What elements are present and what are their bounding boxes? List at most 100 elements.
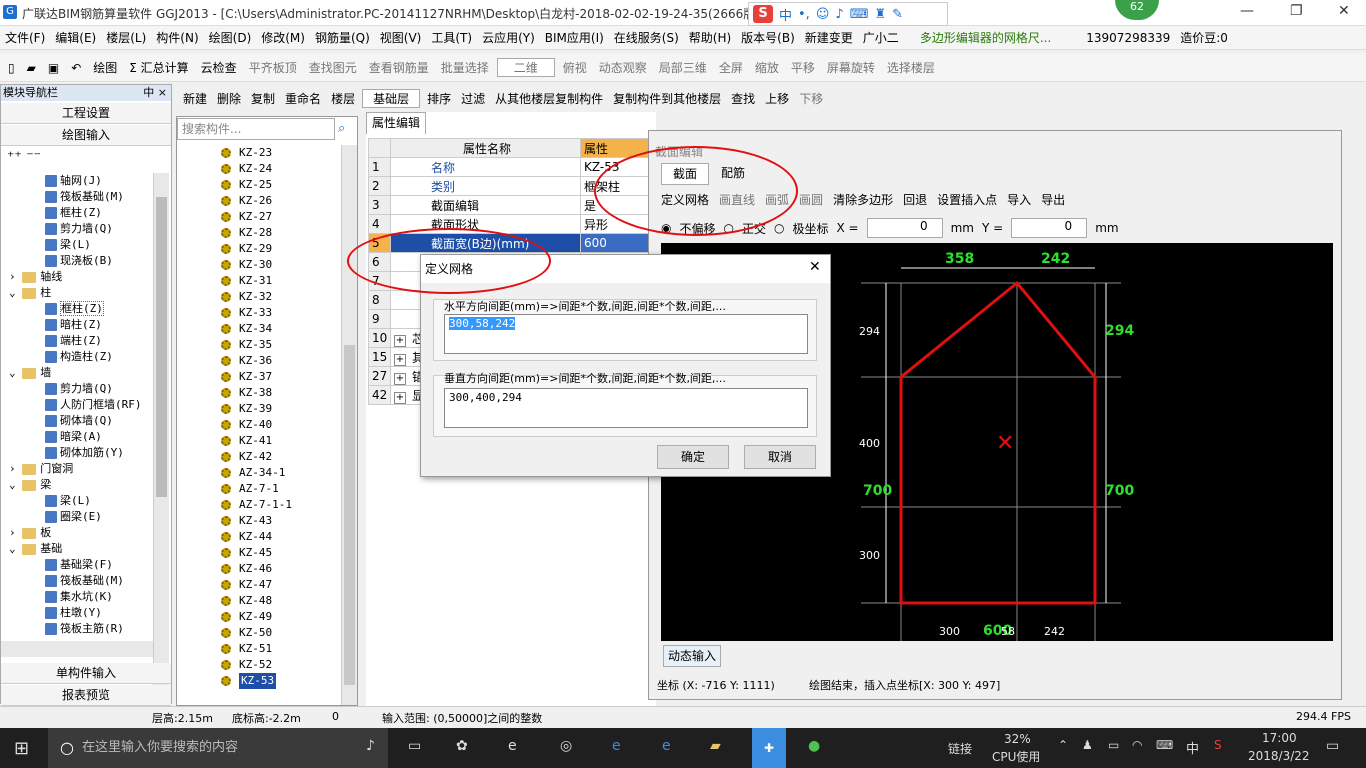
move-up-button[interactable]: 上移 bbox=[762, 90, 792, 107]
sum-calc-button[interactable]: Σ 汇总计算 bbox=[125, 59, 192, 76]
tree-item[interactable]: 砌体墙(Q) bbox=[1, 413, 153, 429]
nav-pin-icon[interactable]: 中 × bbox=[143, 85, 167, 101]
score-badge[interactable]: 62 bbox=[1115, 0, 1159, 20]
tree-item[interactable]: 人防门框墙(RF) bbox=[1, 397, 153, 413]
ie2-icon[interactable]: e bbox=[662, 738, 671, 754]
edge-icon[interactable]: e bbox=[612, 738, 621, 754]
property-value[interactable]: 600 bbox=[580, 233, 658, 253]
expand-icon[interactable]: + bbox=[394, 391, 406, 404]
tree-item[interactable]: 基础梁(F) bbox=[1, 557, 153, 573]
find-button[interactable]: 查找 bbox=[728, 90, 758, 107]
task-view-icon[interactable]: ▭ bbox=[408, 738, 421, 754]
dynamic-input-button[interactable]: 动态输入 bbox=[663, 645, 721, 667]
component-list-item[interactable]: KZ-48 bbox=[177, 593, 341, 609]
top-view-button[interactable]: 俯视 bbox=[559, 59, 591, 76]
menu-online[interactable]: 在线服务(S) bbox=[609, 29, 684, 46]
radio-polar[interactable]: ○ bbox=[774, 221, 784, 235]
browser-icon[interactable]: ◎ bbox=[560, 738, 572, 754]
flat-slab-button[interactable]: 平齐板顶 bbox=[245, 59, 301, 76]
tree-item[interactable]: ⌄ 柱 bbox=[1, 285, 153, 301]
pan-button[interactable]: 平移 bbox=[787, 59, 819, 76]
component-list-item[interactable]: KZ-29 bbox=[177, 241, 341, 257]
copy-to-floor-button[interactable]: 复制构件到其他楼层 bbox=[610, 90, 724, 107]
tree-item[interactable]: 框柱(Z) bbox=[1, 205, 153, 221]
select-floor-button[interactable]: 选择楼层 bbox=[883, 59, 939, 76]
cancel-button[interactable]: 取消 bbox=[744, 445, 816, 469]
menu-component[interactable]: 构件(N) bbox=[151, 29, 203, 46]
ime-mode[interactable]: 中 bbox=[779, 5, 792, 24]
tree-scrollbar[interactable] bbox=[153, 173, 169, 729]
expander-icon[interactable]: › bbox=[9, 462, 22, 475]
keyboard-icon[interactable]: ⌨ bbox=[850, 7, 869, 22]
tree-scrollbar-thumb[interactable] bbox=[156, 197, 167, 497]
menu-modify[interactable]: 修改(M) bbox=[256, 29, 310, 46]
tree-item[interactable]: 集水坑(K) bbox=[1, 589, 153, 605]
batch-select-button[interactable]: 批量选择 bbox=[437, 59, 493, 76]
ie-icon[interactable]: e bbox=[508, 738, 517, 754]
back-button[interactable]: 回退 bbox=[903, 191, 927, 208]
component-list-item[interactable]: KZ-31 bbox=[177, 273, 341, 289]
clock-time[interactable]: 17:00 bbox=[1262, 731, 1297, 745]
tree-item[interactable]: › 门窗洞 bbox=[1, 461, 153, 477]
component-list-item[interactable]: KZ-28 bbox=[177, 225, 341, 241]
component-list-item[interactable]: KZ-49 bbox=[177, 609, 341, 625]
component-list-item[interactable]: KZ-41 bbox=[177, 433, 341, 449]
cloud-check-button[interactable]: 云检查 bbox=[197, 59, 241, 76]
new-button[interactable]: 新建 bbox=[180, 90, 210, 107]
list-scrollbar[interactable] bbox=[341, 145, 357, 705]
taskbar-search-box[interactable]: 在这里输入你要搜索的内容 bbox=[48, 728, 388, 768]
y-input[interactable]: 0 bbox=[1011, 218, 1088, 238]
tray-people-icon[interactable]: ♟ bbox=[1082, 738, 1093, 752]
menu-tools[interactable]: 工具(T) bbox=[426, 29, 477, 46]
single-component-input-button[interactable]: 单构件输入 bbox=[1, 663, 171, 684]
find-element-button[interactable]: 查找图元 bbox=[305, 59, 361, 76]
zoom-button[interactable]: 缩放 bbox=[751, 59, 783, 76]
component-list-item[interactable]: KZ-38 bbox=[177, 385, 341, 401]
menu-cloud[interactable]: 云应用(Y) bbox=[477, 29, 540, 46]
expander-icon[interactable]: ⌄ bbox=[9, 478, 22, 491]
component-list-item[interactable]: KZ-37 bbox=[177, 369, 341, 385]
tab-property-edit[interactable]: 属性编辑 bbox=[366, 112, 426, 134]
component-list-item[interactable]: KZ-50 bbox=[177, 625, 341, 641]
component-list-item[interactable]: KZ-39 bbox=[177, 401, 341, 417]
component-list-item[interactable]: KZ-42 bbox=[177, 449, 341, 465]
menu-edit[interactable]: 编辑(E) bbox=[50, 29, 101, 46]
sort-button[interactable]: 排序 bbox=[424, 90, 454, 107]
component-list-item[interactable]: KZ-24 bbox=[177, 161, 341, 177]
new-file-icon[interactable]: ▯ bbox=[4, 61, 19, 75]
component-list-item[interactable]: KZ-33 bbox=[177, 305, 341, 321]
close-icon[interactable]: ✕ bbox=[1338, 3, 1350, 19]
pinwheel-app-icon[interactable]: ✿ bbox=[456, 738, 468, 754]
menu-bim[interactable]: BIM应用(I) bbox=[540, 29, 609, 46]
tree-item[interactable]: 现浇板(B) bbox=[1, 253, 153, 269]
drawing-input-button[interactable]: 绘图输入 bbox=[1, 125, 171, 146]
cost-beans[interactable]: 造价豆:0 bbox=[1175, 29, 1233, 46]
component-list-item[interactable]: KZ-47 bbox=[177, 577, 341, 593]
component-list-item[interactable]: KZ-36 bbox=[177, 353, 341, 369]
clock-date[interactable]: 2018/3/22 bbox=[1248, 749, 1310, 763]
search-icon[interactable]: ⌕ bbox=[338, 121, 345, 136]
tree-item[interactable]: › 轴线 bbox=[1, 269, 153, 285]
expand-icon[interactable]: + bbox=[394, 334, 406, 347]
report-preview-button[interactable]: 报表预览 bbox=[1, 685, 171, 706]
project-settings-button[interactable]: 工程设置 bbox=[1, 103, 171, 124]
set-insert-point-button[interactable]: 设置插入点 bbox=[937, 191, 997, 208]
component-list-item[interactable]: KZ-40 bbox=[177, 417, 341, 433]
component-list-item[interactable]: KZ-25 bbox=[177, 177, 341, 193]
tree-item[interactable]: 剪力墙(Q) bbox=[1, 381, 153, 397]
menu-new-change[interactable]: 新建变更 bbox=[800, 29, 858, 46]
copy-button[interactable]: 复制 bbox=[248, 90, 278, 107]
local-3d-button[interactable]: 局部三维 bbox=[655, 59, 711, 76]
component-list-item[interactable]: KZ-34 bbox=[177, 321, 341, 337]
component-list-item[interactable]: KZ-35 bbox=[177, 337, 341, 353]
menu-rebar[interactable]: 钢筋量(Q) bbox=[310, 29, 375, 46]
ime-toolbar[interactable]: S 中 •, ☺ ♪ ⌨ ♜ ✎ bbox=[748, 2, 948, 26]
minimize-icon[interactable]: — bbox=[1240, 3, 1254, 19]
tree-item[interactable]: 圈梁(E) bbox=[1, 509, 153, 525]
undo-icon[interactable]: ↶ bbox=[67, 61, 85, 75]
filter-button[interactable]: 过滤 bbox=[458, 90, 488, 107]
component-list-item[interactable]: KZ-53 bbox=[177, 673, 341, 689]
component-list-item[interactable]: KZ-44 bbox=[177, 529, 341, 545]
glodon-app-icon[interactable]: ✚ bbox=[752, 728, 786, 768]
component-list-item[interactable]: KZ-27 bbox=[177, 209, 341, 225]
